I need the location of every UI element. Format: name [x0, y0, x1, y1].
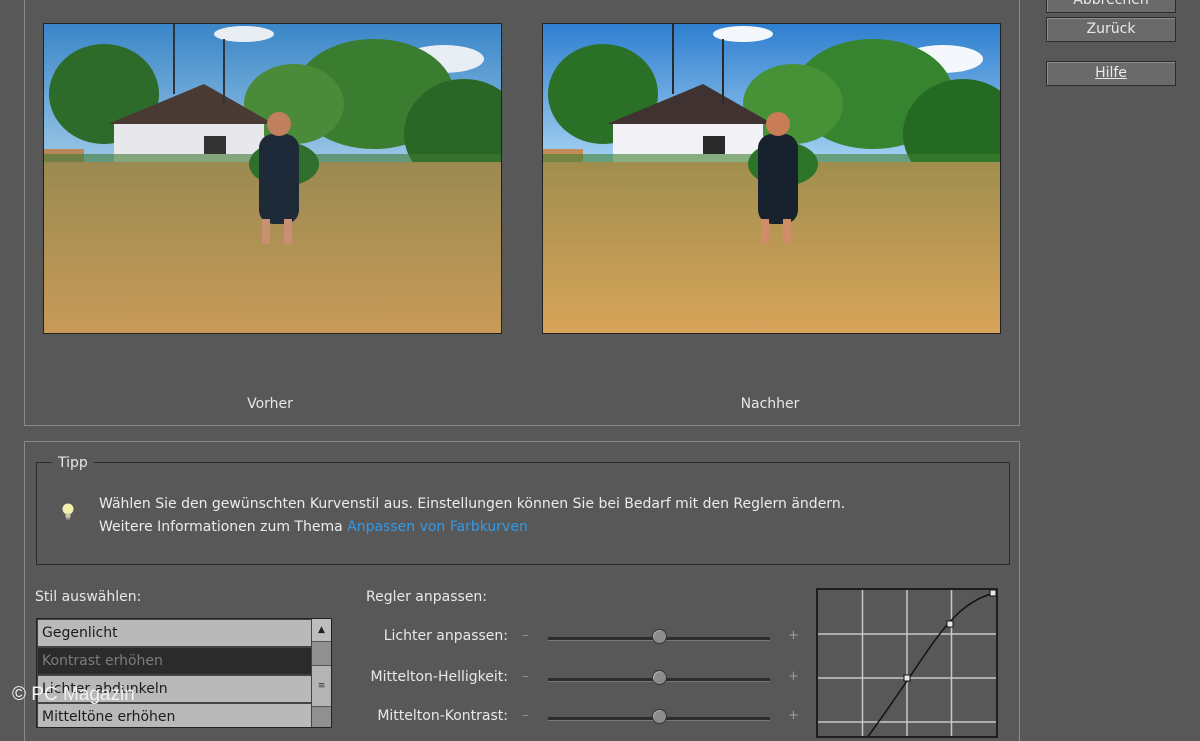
minus-icon: – [522, 708, 529, 723]
plus-icon: + [788, 628, 799, 643]
watermark: © PC Magazin [12, 684, 135, 705]
before-image [43, 23, 502, 334]
list-item[interactable]: Gegenlicht [37, 619, 313, 647]
slider-midtone-brightness-label: Mittelton-Helligkeit: [370, 669, 508, 685]
curve-graph-drawing [818, 589, 997, 741]
list-item-selected[interactable]: Kontrast erhöhen [37, 647, 313, 675]
plus-icon: + [788, 669, 799, 684]
style-list-scrollbar[interactable]: ▲ ≡ [311, 619, 331, 727]
curves-help-link[interactable]: Anpassen von Farbkurven [347, 519, 528, 535]
slider-thumb[interactable] [652, 670, 667, 685]
after-photo-graphic [543, 24, 1000, 333]
reset-button[interactable]: Zurück [1046, 17, 1176, 42]
minus-icon: – [522, 628, 529, 643]
slider-midtone-contrast-label: Mittelton-Kontrast: [377, 708, 508, 724]
after-image [542, 23, 1001, 334]
help-button-label: Hilfe [1095, 65, 1127, 81]
slider-thumb[interactable] [652, 629, 667, 644]
minus-icon: – [522, 669, 529, 684]
before-photo-graphic [44, 24, 501, 333]
scroll-up-arrow-icon[interactable]: ▲ [312, 619, 331, 642]
style-select-label: Stil auswählen: [35, 589, 142, 605]
tip-text-line1: Wählen Sie den gewünschten Kurvenstil au… [99, 496, 846, 512]
style-list[interactable]: Gegenlicht Kontrast erhöhen Lichter abdu… [36, 618, 332, 728]
curve-graph [816, 588, 998, 741]
tip-text-prefix: Weitere Informationen zum Thema [99, 519, 348, 535]
after-label: Nachher [740, 396, 800, 412]
list-item[interactable]: Mitteltöne erhöhen [37, 703, 313, 727]
slider-highlights-label: Lichter anpassen: [383, 628, 508, 644]
before-label: Vorher [247, 396, 293, 412]
tip-box [36, 462, 1010, 565]
sliders-label: Regler anpassen: [366, 589, 488, 605]
cancel-button[interactable]: Abbrechen [1046, 0, 1176, 13]
reset-button-label: Zurück [1086, 21, 1136, 37]
scroll-thumb[interactable]: ≡ [312, 665, 331, 707]
tip-text-line2: Weitere Informationen zum Thema Anpassen… [99, 519, 528, 535]
slider-thumb[interactable] [652, 709, 667, 724]
slider-highlights: Lichter anpassen: – + [366, 628, 806, 648]
help-button[interactable]: Hilfe [1046, 61, 1176, 86]
slider-midtone-contrast: Mittelton-Kontrast: – + [366, 708, 806, 728]
cancel-button-label: Abbrechen [1073, 0, 1149, 8]
lightbulb-icon [61, 502, 75, 522]
tip-title: Tipp [52, 455, 94, 471]
plus-icon: + [788, 708, 799, 723]
slider-midtone-brightness: Mittelton-Helligkeit: – + [366, 669, 806, 689]
